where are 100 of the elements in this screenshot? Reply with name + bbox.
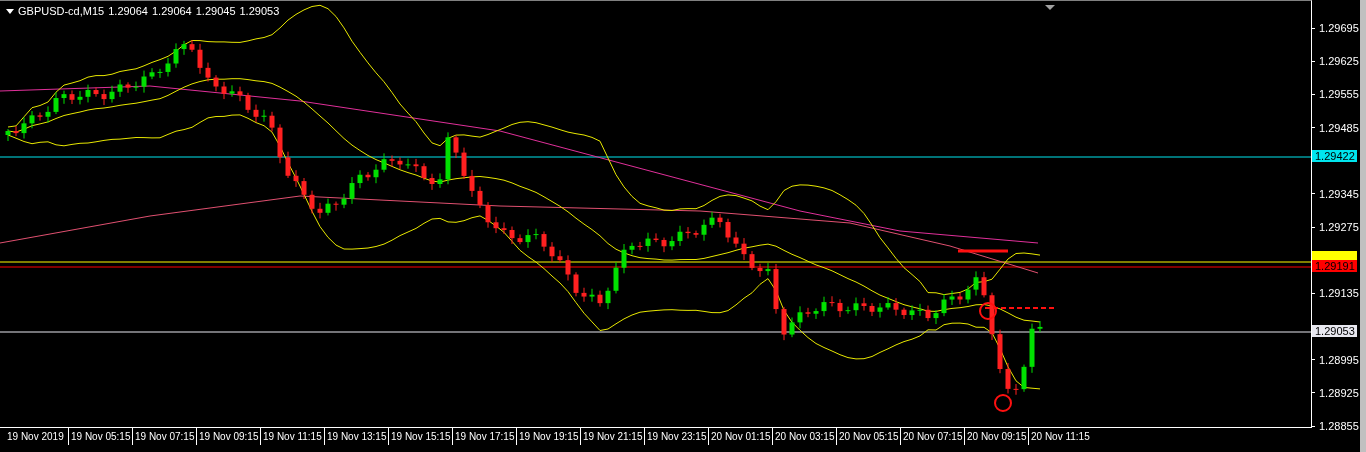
candlestick — [765, 262, 771, 276]
candlestick — [205, 62, 211, 82]
candlestick — [477, 186, 483, 209]
candlestick — [285, 151, 291, 179]
candlestick — [629, 242, 635, 255]
candlestick — [357, 169, 363, 189]
candlestick — [565, 254, 571, 281]
shift-marker-icon — [1045, 5, 1055, 10]
candlestick — [101, 89, 107, 106]
candlestick — [829, 295, 835, 307]
price-tick-label: 1.29275 — [1312, 221, 1359, 233]
candlestick — [5, 128, 11, 142]
candlestick — [973, 270, 979, 296]
time-label: 19 Nov 23:15 — [644, 428, 708, 445]
candlestick — [869, 302, 875, 317]
price-level-label: 1.29191 — [1312, 260, 1357, 272]
quote-value: 1.29064 — [151, 5, 192, 17]
candlestick — [933, 309, 939, 325]
candlestick — [389, 154, 395, 167]
time-label: 20 Nov 01:15 — [708, 428, 772, 445]
candlestick — [757, 263, 763, 278]
candlestick — [437, 172, 443, 189]
candlestick — [373, 163, 379, 184]
candlestick — [277, 123, 283, 164]
candlestick — [189, 39, 195, 53]
candlestick — [1005, 362, 1011, 394]
candlestick — [861, 297, 867, 312]
candlestick — [901, 307, 907, 320]
candlestick — [605, 287, 611, 310]
time-label: 20 Nov 03:15 — [772, 428, 836, 445]
candlestick — [805, 307, 811, 318]
price-tick-label: 1.29135 — [1312, 287, 1359, 300]
candlestick — [997, 329, 1003, 374]
candlestick — [349, 176, 355, 205]
candlestick — [597, 290, 603, 308]
candlestick — [221, 81, 227, 100]
candlestick — [573, 271, 579, 297]
time-label: 20 Nov 07:15 — [900, 428, 964, 445]
candlestick — [117, 79, 123, 98]
price-tick-label: 1.29345 — [1312, 187, 1359, 200]
candlestick — [405, 158, 411, 170]
candlestick — [701, 219, 707, 242]
candlestick — [453, 134, 459, 159]
symbol-label: GBPUSD-cd,M15 — [18, 5, 105, 17]
candlestick — [669, 235, 675, 251]
candlestick — [213, 74, 219, 92]
time-label: 19 Nov 05:15 — [68, 428, 132, 445]
candlestick — [725, 218, 731, 243]
candlestick — [693, 230, 699, 239]
candlestick — [781, 306, 787, 341]
candlestick — [461, 147, 467, 180]
candlestick — [77, 90, 83, 105]
candlestick — [917, 303, 923, 317]
price-tick-label: 1.29695 — [1312, 22, 1359, 34]
price-tick-label: 1.28855 — [1312, 420, 1359, 433]
candlestick — [525, 228, 531, 249]
candlestick — [61, 90, 67, 105]
candlestick — [533, 228, 539, 240]
time-label: 19 Nov 17:15 — [452, 428, 516, 445]
candlestick — [29, 110, 35, 129]
candlestick — [445, 131, 451, 185]
candlestick — [949, 290, 955, 306]
candlestick — [365, 171, 371, 182]
dropdown-icon[interactable] — [6, 8, 14, 14]
candlestick — [789, 317, 795, 338]
candlestick — [957, 292, 963, 305]
candlestick — [837, 298, 843, 318]
candlestick — [157, 68, 163, 79]
candlestick — [549, 241, 555, 263]
time-label: 19 Nov 19:15 — [516, 428, 580, 445]
time-label: 19 Nov 13:15 — [324, 428, 388, 445]
candlestick — [133, 81, 139, 92]
candlestick — [1013, 383, 1019, 396]
candlestick — [85, 84, 91, 103]
candlestick — [885, 296, 891, 311]
price-level-label: 1.29053 — [1312, 325, 1357, 337]
candlestick — [677, 225, 683, 247]
candlestick — [1029, 323, 1035, 374]
quote-value: 1.29064 — [108, 5, 148, 17]
candlestick — [245, 92, 251, 114]
candlestick — [709, 211, 715, 229]
candlestick — [741, 237, 747, 261]
candlestick — [13, 125, 19, 137]
candlestick — [125, 81, 131, 94]
candlestick — [717, 213, 723, 228]
time-label: 19 Nov 15:15 — [388, 428, 452, 445]
candlestick — [485, 201, 491, 229]
candlestick — [893, 297, 899, 317]
time-label: 20 Nov 09:15 — [964, 428, 1028, 445]
candlestick — [877, 302, 883, 319]
time-label: 19 Nov 21:15 — [580, 428, 644, 445]
time-label: 19 Nov 07:15 — [132, 428, 196, 445]
time-label: 20 Nov 05:15 — [836, 428, 900, 445]
quote-value: 1.29045 — [195, 5, 236, 17]
candlestick — [341, 193, 347, 209]
candlestick — [685, 226, 691, 239]
candlestick — [637, 241, 643, 251]
horizontal-marker-line — [958, 249, 1008, 253]
candlestick — [989, 292, 995, 341]
candlestick — [141, 70, 147, 94]
